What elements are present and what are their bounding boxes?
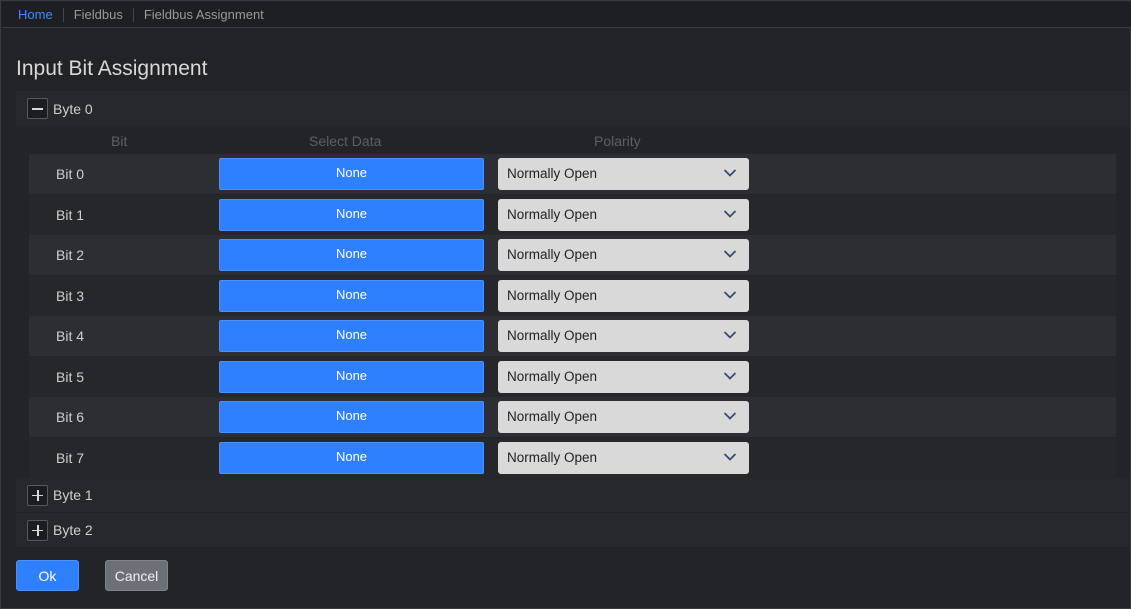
table-row: Bit 4 None Normally Open [29, 316, 1116, 356]
select-data-button[interactable]: None [219, 199, 484, 231]
column-header-select-data: Select Data [309, 133, 382, 149]
polarity-select[interactable]: Normally Open [498, 158, 749, 190]
select-data-button[interactable]: None [219, 158, 484, 190]
chevron-down-icon [723, 372, 737, 380]
select-data-button[interactable]: None [219, 442, 484, 474]
select-data-button[interactable]: None [219, 280, 484, 312]
polarity-select[interactable]: Normally Open [498, 239, 749, 271]
column-header-polarity: Polarity [594, 133, 641, 149]
cancel-button[interactable]: Cancel [105, 560, 168, 591]
select-data-button[interactable]: None [219, 361, 484, 393]
bit-label: Bit 6 [56, 409, 85, 425]
byte-1-label: Byte 1 [53, 487, 93, 503]
byte-2-header[interactable]: Byte 2 [16, 513, 1129, 547]
bit-label: Bit 1 [56, 207, 85, 223]
table-row: Bit 7 None Normally Open [29, 438, 1116, 478]
app-frame: Home Fieldbus Fieldbus Assignment Input … [0, 0, 1131, 609]
byte-0-label: Byte 0 [53, 100, 93, 117]
table-row: Bit 3 None Normally Open [29, 276, 1116, 316]
table-row: Bit 6 None Normally Open [29, 397, 1116, 437]
chevron-down-icon [723, 331, 737, 339]
polarity-value: Normally Open [507, 409, 598, 424]
bit-label: Bit 3 [56, 288, 85, 304]
chevron-down-icon [723, 453, 737, 461]
select-data-button[interactable]: None [219, 320, 484, 352]
chevron-down-icon [723, 291, 737, 299]
breadcrumb-fieldbus[interactable]: Fieldbus [64, 5, 133, 25]
chevron-down-icon [723, 412, 737, 420]
minus-icon[interactable] [27, 98, 48, 119]
chevron-down-icon [723, 210, 737, 218]
ok-button[interactable]: Ok [16, 560, 79, 591]
bit-label: Bit 7 [56, 450, 85, 466]
table-row: Bit 1 None Normally Open [29, 195, 1116, 235]
bit-label: Bit 4 [56, 328, 85, 344]
byte-2-label: Byte 2 [53, 522, 93, 538]
breadcrumb-home[interactable]: Home [2, 5, 63, 25]
polarity-select[interactable]: Normally Open [498, 361, 749, 393]
plus-icon[interactable] [27, 519, 48, 541]
polarity-value: Normally Open [507, 166, 598, 181]
byte-1-header[interactable]: Byte 1 [16, 478, 1129, 512]
byte-0-header[interactable]: Byte 0 [16, 91, 1129, 126]
bit-label: Bit 5 [56, 369, 85, 385]
polarity-value: Normally Open [507, 328, 598, 343]
bit-label: Bit 2 [56, 247, 85, 263]
polarity-select[interactable]: Normally Open [498, 199, 749, 231]
table-row: Bit 5 None Normally Open [29, 357, 1116, 397]
polarity-select[interactable]: Normally Open [498, 280, 749, 312]
polarity-select[interactable]: Normally Open [498, 320, 749, 352]
select-data-button[interactable]: None [219, 239, 484, 271]
chevron-down-icon [723, 169, 737, 177]
polarity-select[interactable]: Normally Open [498, 442, 749, 474]
column-header-bit: Bit [111, 133, 128, 149]
polarity-value: Normally Open [507, 207, 598, 222]
table-row: Bit 2 None Normally Open [29, 235, 1116, 275]
bit-label: Bit 0 [56, 166, 85, 182]
polarity-value: Normally Open [507, 247, 598, 262]
chevron-down-icon [723, 250, 737, 258]
select-data-button[interactable]: None [219, 401, 484, 433]
polarity-value: Normally Open [507, 369, 598, 384]
polarity-value: Normally Open [507, 450, 598, 465]
breadcrumb-fieldbus-assignment: Fieldbus Assignment [143, 6, 264, 22]
polarity-value: Normally Open [507, 288, 598, 303]
polarity-select[interactable]: Normally Open [498, 401, 749, 433]
page-title: Input Bit Assignment [16, 57, 208, 80]
breadcrumb: Home Fieldbus Fieldbus Assignment [2, 2, 1131, 28]
plus-icon[interactable] [27, 484, 48, 506]
table-row: Bit 0 None Normally Open [29, 154, 1116, 194]
